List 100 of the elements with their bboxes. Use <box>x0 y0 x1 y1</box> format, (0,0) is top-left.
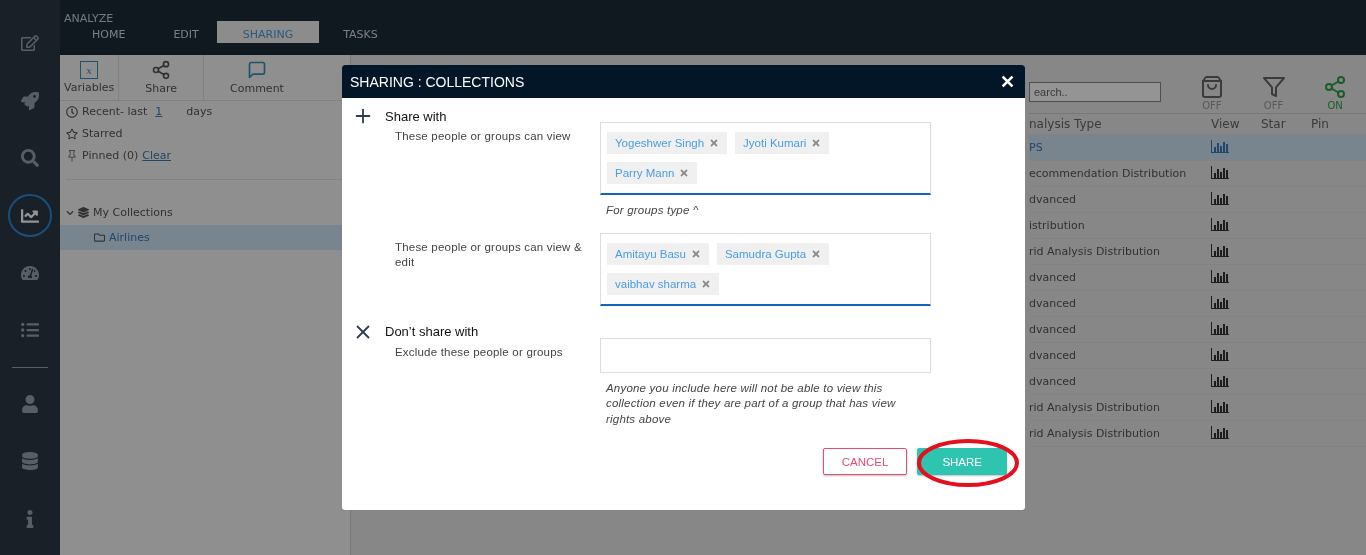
search-field[interactable]: earch.. <box>1029 82 1161 102</box>
remove-icon[interactable] <box>709 138 720 148</box>
table-row[interactable]: dvanced <box>1029 265 1366 291</box>
table-row[interactable]: rid Analysis Distribution <box>1029 239 1366 265</box>
clock-icon <box>66 105 78 118</box>
table-row[interactable]: dvanced <box>1029 187 1366 213</box>
remove-icon[interactable] <box>701 278 712 289</box>
person-tag: Parry Mann <box>607 162 698 184</box>
layers-icon <box>78 207 89 218</box>
tab[interactable]: SHARING <box>216 21 320 43</box>
star-icon <box>66 127 78 140</box>
folder-icon <box>94 232 105 243</box>
table-row[interactable]: rid Analysis Distribution <box>1029 421 1366 447</box>
tree-item[interactable]: My Collections <box>93 206 173 219</box>
filter-label[interactable]: Starred <box>82 127 123 140</box>
bar-chart-icon[interactable] <box>1211 347 1229 361</box>
toggle-label[interactable]: ON <box>1327 100 1343 111</box>
dialog-title: SHARING : COLLECTIONS <box>350 73 525 90</box>
tab[interactable]: TASKS <box>319 21 402 43</box>
column-header: Pin <box>1311 117 1330 131</box>
line-chart-icon <box>21 206 39 225</box>
table-cell-text: dvanced <box>1029 271 1077 284</box>
comment-icon <box>247 60 267 80</box>
person-tag: vaibhav sharma <box>607 272 720 295</box>
table-row[interactable]: rid Analysis Distribution <box>1029 395 1366 421</box>
cancel-button[interactable]: CANCEL <box>822 448 908 475</box>
bar-chart-icon[interactable] <box>1211 139 1229 153</box>
table-cell-text: rid Analysis Distribution <box>1029 427 1162 440</box>
bar-chart-icon[interactable] <box>1211 425 1229 439</box>
gauge-icon <box>21 264 39 283</box>
table-row[interactable]: ecommendation Distribution <box>1029 161 1366 187</box>
nav-button[interactable] <box>8 194 52 237</box>
column-header: Star <box>1261 117 1287 131</box>
table-cell-text: dvanced <box>1029 323 1077 336</box>
table-row[interactable]: istribution <box>1029 213 1366 239</box>
remove-icon[interactable] <box>811 138 822 148</box>
field-label: These people or groups can view <box>395 129 572 144</box>
bar-chart-icon[interactable] <box>1211 373 1229 387</box>
remove-icon[interactable] <box>811 248 822 259</box>
bar-chart-icon[interactable] <box>1211 321 1229 335</box>
database-icon <box>21 452 39 471</box>
people-field[interactable]: Yogeshwer Singh Jyoti Kumari Parry Mann <box>600 122 931 195</box>
person-tag: Jyoti Kumari <box>735 132 830 154</box>
bar-chart-icon[interactable] <box>1211 243 1229 257</box>
remove-icon[interactable] <box>690 248 701 259</box>
table-cell-text: dvanced <box>1029 375 1077 388</box>
bag-icon <box>1199 75 1224 99</box>
people-field[interactable]: Amitayu Basu Samudra Gupta vaibhav sharma <box>600 232 931 306</box>
tab[interactable]: EDIT <box>155 21 217 43</box>
bar-chart-icon[interactable] <box>1211 191 1229 205</box>
section-title: ANALYZE <box>63 11 115 21</box>
days-link[interactable]: 1 <box>155 105 163 118</box>
section-heading: Don’t share with <box>385 324 479 339</box>
table-cell-text: istribution <box>1029 219 1086 232</box>
table-row[interactable]: dvanced <box>1029 317 1366 343</box>
bar-chart-icon[interactable] <box>1211 217 1229 231</box>
close-button[interactable]: ✕ <box>998 70 1017 93</box>
bar-chart-icon[interactable] <box>1211 269 1229 283</box>
table-cell-text: rid Analysis Distribution <box>1029 401 1162 414</box>
toolbar-button[interactable]: Share <box>119 55 205 100</box>
field-hint: Anyone you include here will not be able to view this collection even if they are part of a group that has view rights above <box>604 380 897 427</box>
field-label: Exclude these people or groups <box>395 344 564 360</box>
table-row[interactable]: PS <box>1029 135 1366 161</box>
people-field[interactable] <box>600 337 931 373</box>
field-hint: For groups type ^ <box>605 203 700 218</box>
bar-chart-icon[interactable] <box>1211 295 1229 309</box>
table-row[interactable]: dvanced <box>1029 369 1366 395</box>
share-icon <box>151 60 172 80</box>
filter-icon <box>1261 75 1286 99</box>
bar-chart-icon[interactable] <box>1211 165 1229 179</box>
tree-item[interactable]: Airlines <box>109 231 150 244</box>
person-tag: Yogeshwer Singh <box>607 132 728 154</box>
filter-label: Recent- last <box>82 105 148 118</box>
toolbar-button[interactable]: x Variables <box>60 55 120 100</box>
remove-icon[interactable] <box>679 168 690 178</box>
bar-chart-icon[interactable] <box>1211 399 1229 413</box>
variable-icon: x <box>80 61 99 79</box>
filter-label[interactable]: Pinned (0) <box>82 149 139 162</box>
table-cell-text: PS <box>1029 141 1044 154</box>
tab[interactable]: HOME <box>62 21 156 43</box>
person-tag: Samudra Gupta <box>716 242 830 265</box>
column-header: View <box>1211 117 1241 131</box>
table-cell-text: rid Analysis Distribution <box>1029 245 1162 258</box>
chevron-down-icon[interactable] <box>66 208 74 217</box>
table-row[interactable]: dvanced <box>1029 291 1366 317</box>
rocket-icon <box>21 91 39 110</box>
edit-icon <box>21 34 39 53</box>
share-icon <box>1323 75 1348 99</box>
list-icon <box>21 321 39 340</box>
section-heading: Share with <box>385 108 447 124</box>
clear-link[interactable]: Clear <box>142 149 171 162</box>
table-cell-text: dvanced <box>1029 349 1077 362</box>
column-header: nalysis Type <box>1029 117 1103 131</box>
filter-label: days <box>186 105 213 118</box>
share-button[interactable]: SHARE <box>917 448 1007 475</box>
table-cell-text: dvanced <box>1029 297 1077 310</box>
user-icon <box>21 394 39 413</box>
table-row[interactable]: dvanced <box>1029 343 1366 369</box>
search-icon <box>21 149 39 168</box>
toolbar-button[interactable]: Comment <box>204 55 310 100</box>
